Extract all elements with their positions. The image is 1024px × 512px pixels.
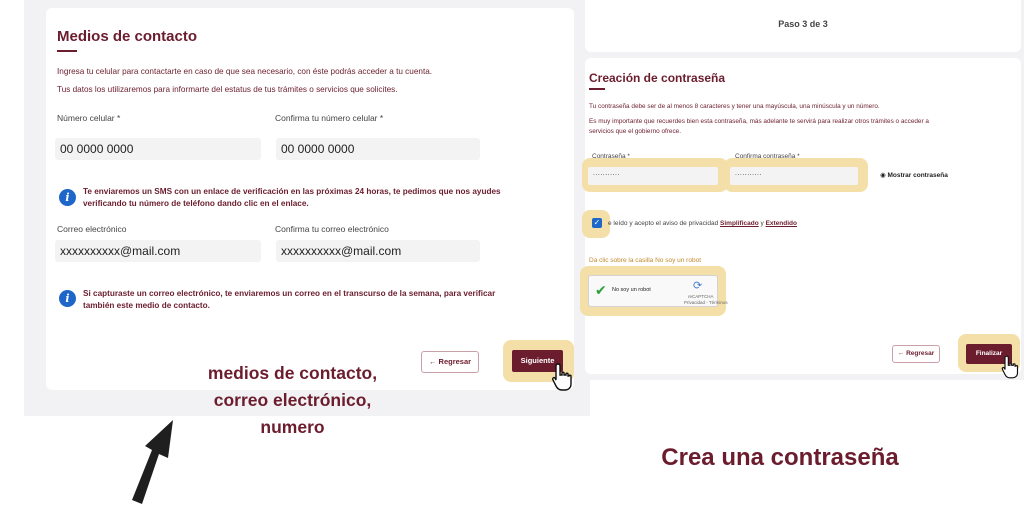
privacy-text: e leído y acepto el aviso de privacidad [608, 220, 719, 227]
arrow-up-icon [132, 420, 173, 504]
caption-line-3: numero [260, 417, 325, 437]
email-info-line-2: también este medio de contacto. [83, 301, 210, 310]
captcha-label: No soy un robot [612, 287, 651, 293]
password-confirm-input[interactable]: ........... [730, 167, 858, 185]
captcha-hint: Da clic sobre la casilla No soy un robot [589, 257, 701, 264]
privacy-statement: e leído y acepto el aviso de privacidad … [608, 220, 797, 227]
back-button-label: Regresar [438, 357, 472, 366]
phone-input[interactable]: 00 0000 0000 [55, 138, 261, 160]
checkmark-icon: ✓ [593, 218, 601, 227]
recaptcha-terms[interactable]: Privacidad - Términos [684, 300, 728, 305]
password-input[interactable]: ........... [588, 167, 718, 185]
email-input[interactable]: xxxxxxxxxx@mail.com [55, 240, 261, 262]
arrow-left-icon: ← [428, 357, 437, 366]
email-confirm-label: Confirma tu correo electrónico [275, 224, 389, 234]
email-label: Correo electrónico [57, 224, 127, 234]
show-password-toggle[interactable]: ◉ Mostrar contraseña [880, 171, 948, 179]
phone-label: Número celular * [57, 113, 121, 123]
back-button[interactable]: ← Regresar [421, 351, 479, 373]
recaptcha-brand: reCAPTCHA [688, 294, 714, 299]
phone-confirm-label: Confirma tu número celular * [275, 113, 384, 123]
phone-confirm-input[interactable]: 00 0000 0000 [276, 138, 480, 160]
privacy-checkbox[interactable]: ✓ [592, 218, 602, 228]
title-underline [57, 50, 77, 52]
password-description-1: Tu contraseña debe ser de al menos 8 car… [589, 103, 880, 110]
eye-icon: ◉ [880, 172, 886, 179]
password-description-3: servicios que el gobierno ofrece. [589, 128, 682, 135]
step-indicator: Paso 3 de 3 [778, 19, 828, 29]
hand-cursor-icon [552, 363, 572, 391]
privacy-extended-link[interactable]: Extendido [766, 220, 797, 227]
contact-caption: medios de contacto, correo electrónico, … [170, 360, 415, 441]
password-caption: Crea una contraseña [661, 444, 899, 471]
password-description-2: Es muy importante que recuerdes bien est… [589, 118, 929, 125]
captcha-check-icon[interactable]: ✔ [595, 282, 607, 299]
privacy-and: y [760, 220, 764, 227]
privacy-simplified-link[interactable]: Simplificado [720, 220, 759, 227]
email-info-line-1: Si capturaste un correo electrónico, te … [83, 289, 496, 298]
contact-title: Medios de contacto [57, 28, 198, 45]
sms-info-line-1: Te enviaremos un SMS con un enlace de ve… [83, 187, 501, 196]
contact-description-1: Ingresa tu celular para contactarte en c… [57, 67, 433, 76]
back-button-label: Regresar [906, 350, 935, 357]
back-button[interactable]: ← Regresar [892, 345, 940, 363]
sms-info-line-2: verificando tu número de teléfono dando … [83, 199, 309, 208]
info-icon: i [59, 189, 76, 206]
title-underline [589, 88, 605, 90]
password-title: Creación de contraseña [589, 71, 726, 85]
hand-cursor-icon [1001, 355, 1019, 379]
info-icon: i [59, 290, 76, 307]
show-password-label: Mostrar contraseña [887, 172, 948, 179]
caption-line-1: medios de contacto, [207, 363, 378, 383]
caption-line-2: correo electrónico, [213, 390, 372, 410]
contact-description-2: Tus datos los utilizaremos para informar… [57, 85, 398, 94]
email-confirm-input[interactable]: xxxxxxxxxx@mail.com [276, 240, 480, 262]
arrow-left-icon: ← [897, 350, 905, 357]
recaptcha-logo-icon: ⟳ [693, 280, 703, 292]
